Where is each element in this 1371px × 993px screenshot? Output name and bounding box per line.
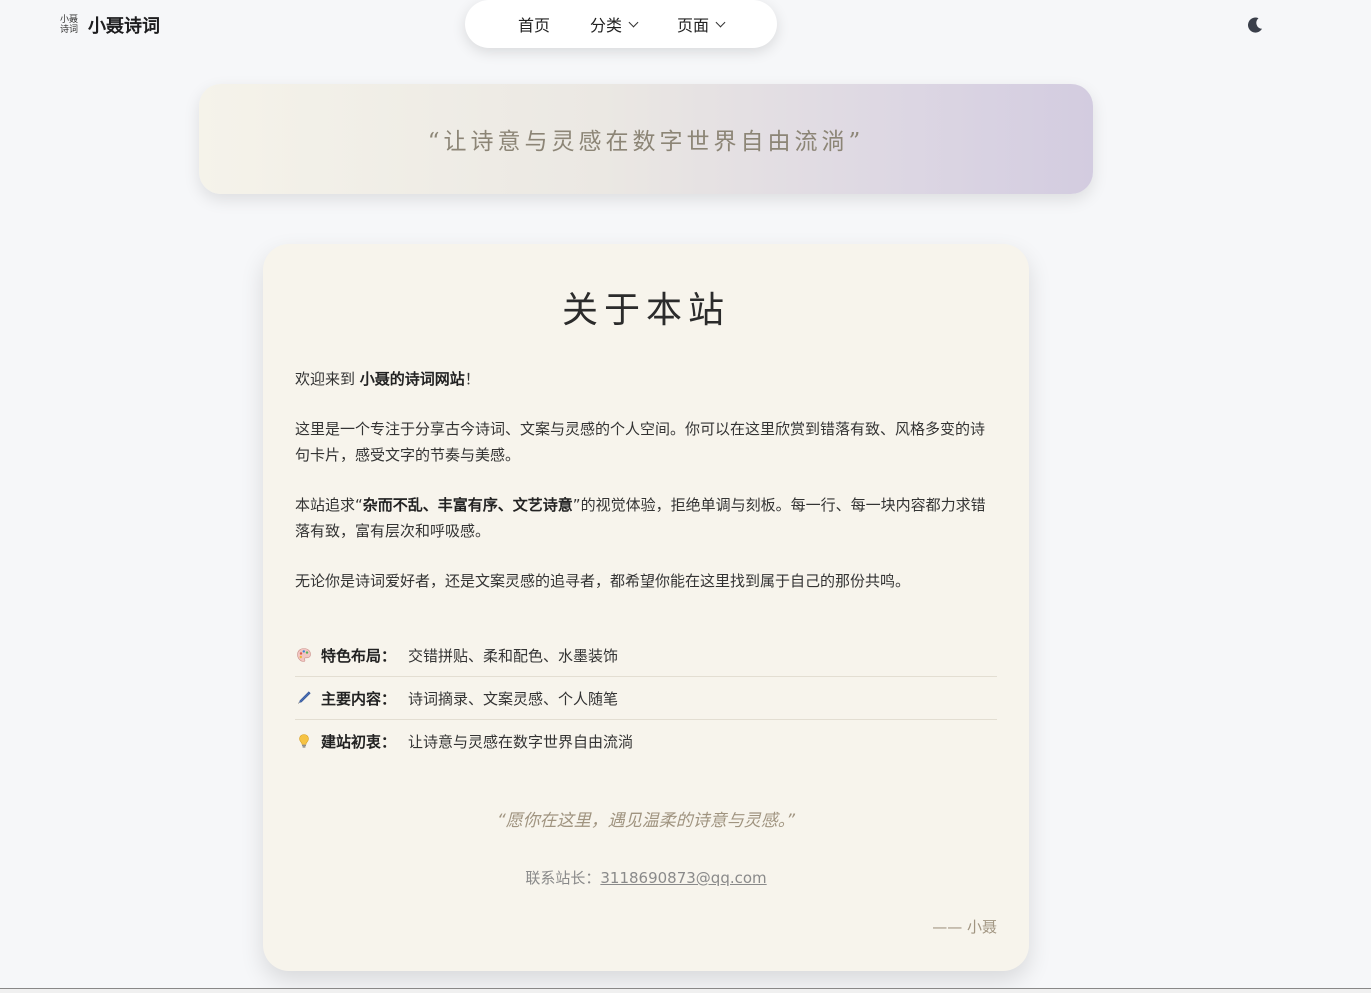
site-logo-link[interactable]: 小聂 诗词 小聂诗词 bbox=[58, 12, 160, 38]
site-name-bold: 小聂的诗词网站 bbox=[359, 370, 465, 388]
banner-quote-text: “让诗意与灵感在数字世界自由流淌” bbox=[427, 129, 865, 155]
author-signature: —— 小聂 bbox=[932, 918, 997, 936]
welcome-paragraph: 欢迎来到 小聂的诗词网站！ bbox=[295, 366, 997, 392]
nav-item-pages[interactable]: 页面 bbox=[677, 12, 726, 36]
feature-list: 特色布局： 交错拼贴、柔和配色、水墨装饰 主要内容： 诗词摘录、文案灵感、个人随… bbox=[295, 634, 997, 762]
contact-label: 联系站长： bbox=[525, 869, 601, 887]
philosophy-bold: 杂而不乱、丰富有序、文艺诗意 bbox=[362, 496, 573, 514]
feature-label: 特色布局： bbox=[321, 646, 397, 665]
welcome-suffix: ！ bbox=[464, 370, 480, 388]
moon-icon[interactable] bbox=[1243, 13, 1267, 37]
logo-text-line-2: 诗词 bbox=[59, 25, 78, 35]
feature-label: 主要内容： bbox=[321, 689, 397, 708]
philosophy-prefix: 本站追求“ bbox=[295, 496, 363, 514]
nav-item-home-label: 首页 bbox=[517, 16, 550, 35]
page-title: 关于本站 bbox=[561, 290, 730, 331]
feature-row-purpose: 建站初衷： 让诗意与灵感在数字世界自由流淌 bbox=[295, 719, 997, 762]
nav-item-categories-label: 分类 bbox=[589, 16, 622, 35]
nav-item-categories[interactable]: 分类 bbox=[589, 12, 639, 36]
feature-row-layout: 特色布局： 交错拼贴、柔和配色、水墨装饰 bbox=[295, 634, 997, 676]
closing-paragraph: 无论你是诗词爱好者，还是文案灵感的追寻者，都希望你能在这里找到属于自己的那份共鸣… bbox=[295, 572, 911, 590]
feature-row-content: 主要内容： 诗词摘录、文案灵感、个人随笔 bbox=[295, 676, 997, 719]
logo-mark: 小聂 诗词 bbox=[58, 13, 80, 37]
pen-icon bbox=[295, 689, 313, 707]
site-title[interactable]: 小聂诗词 bbox=[88, 12, 160, 38]
palette-icon bbox=[295, 646, 313, 664]
chevron-down-icon bbox=[715, 17, 726, 27]
lightbulb-icon bbox=[295, 732, 313, 750]
closing-quote: “愿你在这里，遇见温柔的诗意与灵感。” bbox=[496, 811, 796, 831]
nav-item-home[interactable]: 首页 bbox=[518, 12, 550, 36]
nav-item-pages-label: 页面 bbox=[677, 16, 710, 35]
hero-quote-banner: “让诗意与灵感在数字世界自由流淌” bbox=[199, 84, 1093, 194]
about-card: 关于本站 欢迎来到 小聂的诗词网站！ 这里是一个专注于分享古今诗词、文案与灵感的… bbox=[263, 244, 1029, 971]
bottom-divider bbox=[0, 988, 1371, 993]
feature-value: 诗词摘录、文案灵感、个人随笔 bbox=[408, 689, 619, 708]
contact-email-link[interactable]: 3118690873@qq.com bbox=[600, 869, 766, 887]
feature-label: 建站初衷： bbox=[321, 732, 397, 751]
intro-paragraph: 这里是一个专注于分享古今诗词、文案与灵感的个人空间。你可以在这里欣赏到错落有致、… bbox=[295, 420, 986, 464]
philosophy-paragraph: 本站追求“杂而不乱、丰富有序、文艺诗意”的视觉体验，拒绝单调与刻板。每一行、每一… bbox=[295, 492, 997, 544]
welcome-prefix: 欢迎来到 bbox=[295, 370, 360, 388]
chevron-down-icon bbox=[628, 17, 639, 27]
contact-line: 联系站长：3118690873@qq.com bbox=[295, 867, 997, 888]
top-navigation-bar: 小聂 诗词 小聂诗词 首页 分类 页面 bbox=[0, 0, 1371, 50]
feature-value: 让诗意与灵感在数字世界自由流淌 bbox=[408, 732, 634, 751]
feature-value: 交错拼贴、柔和配色、水墨装饰 bbox=[408, 646, 619, 665]
main-nav: 首页 分类 页面 bbox=[465, 0, 777, 48]
logo-text-line-1: 小聂 bbox=[59, 15, 78, 25]
